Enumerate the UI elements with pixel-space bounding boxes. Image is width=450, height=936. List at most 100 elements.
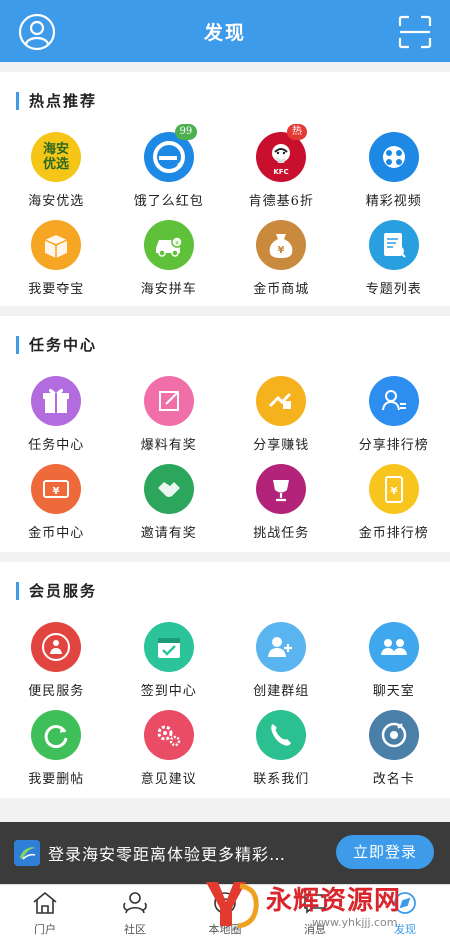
- grid-item-label: 金币商城: [253, 282, 310, 297]
- grid-item-user-rank[interactable]: 分享排行榜: [338, 376, 450, 464]
- grid-item-phone-coin[interactable]: ¥ 金币排行榜: [338, 464, 450, 552]
- chat-room-icon: [368, 622, 419, 672]
- page-title: 发现: [203, 22, 246, 44]
- gears-icon: [143, 710, 194, 760]
- grid-item-chat-room[interactable]: 聊天室: [338, 622, 450, 710]
- tab-label: 本地圈: [208, 923, 242, 936]
- treasure-box-icon: [31, 220, 81, 270]
- grid-item-create-group[interactable]: 创建群组: [225, 622, 338, 710]
- calendar-check-icon: [143, 622, 194, 672]
- video-reel-icon: [368, 132, 419, 182]
- grid-member-services: 便民服务 签到中心 创建群组 聊天室我要删帖 意见建议 联系我们 改名卡: [0, 622, 450, 798]
- grid-task-center: 任务中心 爆料有奖 分享赚钱 分享排行榜 ¥ 金币中心 邀请有奖 挑战任务 ¥ 金币排行榜: [0, 376, 450, 552]
- badge: 热: [287, 124, 307, 140]
- login-prompt-text: 登录海安零距离体验更多精彩…: [48, 845, 287, 864]
- grid-item-label: 肯德基6折: [248, 194, 314, 209]
- grid-item-handshake[interactable]: 邀请有奖: [113, 464, 226, 552]
- section-member-services: 会员服务 便民服务 签到中心 创建群组 聊天室我要删帖 意见建议 联系我们 改名卡: [0, 562, 450, 798]
- logo-text: 海安优选: [42, 142, 69, 172]
- grid-item-coin-ticket[interactable]: ¥ 金币中心: [0, 464, 113, 552]
- grid-item-kfc[interactable]: KFC 热肯德基6折: [225, 124, 338, 220]
- grid-item-community-service[interactable]: 便民服务: [0, 622, 113, 710]
- grid-item-label: 便民服务: [28, 684, 85, 699]
- grid-item-label: 金币中心: [28, 526, 85, 541]
- grid-item-document-search[interactable]: 专题列表: [338, 220, 450, 308]
- grid-item-label: 精彩视频: [365, 194, 422, 209]
- car-icon: ¥: [143, 220, 194, 270]
- section-title: 任务中心: [16, 336, 97, 354]
- grid-item-label: 聊天室: [372, 684, 415, 699]
- svg-text:¥: ¥: [390, 486, 397, 497]
- tab-label: 门户: [34, 923, 56, 936]
- phone-icon: [256, 710, 306, 760]
- grid-item-money-bag[interactable]: ¥ 金币商城: [225, 220, 338, 308]
- grid-item-label: 专题列表: [365, 282, 422, 297]
- grid-item-gears[interactable]: 意见建议: [113, 710, 226, 798]
- trophy-icon: [256, 464, 306, 514]
- login-prompt-bar: 登录海安零距离体验更多精彩… 立即登录: [0, 822, 450, 884]
- grid-item-label: 联系我们: [253, 772, 310, 787]
- grid-item-car[interactable]: ¥ 海安拼车: [113, 220, 226, 308]
- tab-messages[interactable]: 消息: [270, 885, 360, 936]
- grid-item-haian-youxuan[interactable]: 海安优选 海安优选: [0, 132, 113, 220]
- gift-icon: [31, 376, 81, 426]
- user-rank-icon: [368, 376, 419, 426]
- grid-item-label: 任务中心: [28, 438, 85, 453]
- grid-item-label: 爆料有奖: [140, 438, 197, 453]
- tab-local-circle[interactable]: 本地圈: [180, 885, 270, 936]
- app-logo-icon: [14, 840, 40, 866]
- grid-item-label: 创建群组: [253, 684, 310, 699]
- share-hand-icon: [256, 376, 306, 426]
- grid-item-label: 挑战任务: [253, 526, 310, 541]
- haian-youxuan-logo-icon: 海安优选: [31, 132, 81, 182]
- grid-item-share-hand[interactable]: 分享赚钱: [225, 376, 338, 464]
- section-hot-recommend: 热点推荐 海安优选 海安优选 99 饿了么红包 KFC 热肯德基6折 精彩视频 我要夺宝 ¥ 海安…: [0, 72, 450, 306]
- scan-qr-icon[interactable]: [398, 15, 432, 49]
- edit-note-icon: [143, 376, 194, 426]
- badge: 99: [174, 124, 198, 140]
- phone-coin-icon: ¥: [368, 464, 419, 514]
- document-search-icon: [368, 220, 419, 270]
- grid-item-trophy[interactable]: 挑战任务: [225, 464, 338, 552]
- grid-item-label: 分享排行榜: [358, 438, 429, 453]
- tab-portal[interactable]: 门户: [0, 885, 90, 936]
- section-task-center: 任务中心 任务中心 爆料有奖 分享赚钱 分享排行榜 ¥ 金币中心 邀请有奖 挑战任务 ¥ 金币排行…: [0, 316, 450, 552]
- top-bar: 发现: [0, 0, 450, 62]
- grid-item-gift[interactable]: 任务中心: [0, 376, 113, 464]
- grid-item-rename-card[interactable]: 改名卡: [338, 710, 450, 798]
- grid-item-label: 海安拼车: [140, 282, 197, 297]
- grid-item-label: 饿了么红包: [133, 194, 204, 209]
- grid-item-calendar-check[interactable]: 签到中心: [113, 622, 226, 710]
- grid-item-phone[interactable]: 联系我们: [225, 710, 338, 798]
- grid-item-label: 改名卡: [372, 772, 415, 787]
- section-title: 热点推荐: [16, 92, 97, 110]
- tab-label: 消息: [304, 923, 326, 936]
- home-icon: [33, 891, 57, 914]
- grid-item-video-reel[interactable]: 精彩视频: [338, 132, 450, 220]
- grid-item-label: 金币排行榜: [358, 526, 429, 541]
- grid-item-edit-note[interactable]: 爆料有奖: [113, 376, 226, 464]
- grid-item-label: 我要删帖: [28, 772, 85, 787]
- community-icon: [123, 892, 147, 914]
- svg-text:¥: ¥: [53, 486, 60, 497]
- money-bag-icon: ¥: [256, 220, 306, 270]
- tab-discover[interactable]: 发现: [360, 885, 450, 936]
- section-title: 会员服务: [16, 582, 97, 600]
- local-circle-icon: [214, 892, 236, 914]
- grid-item-label: 海安优选: [28, 194, 85, 209]
- grid-item-eleme[interactable]: 99 饿了么红包: [113, 124, 226, 220]
- tab-label: 社区: [124, 923, 146, 936]
- handshake-icon: [143, 464, 194, 514]
- bottom-tab-bar: 门户 社区 本地圈 消息 发现: [0, 884, 450, 936]
- rename-card-icon: [368, 710, 419, 760]
- grid-item-label: 分享赚钱: [253, 438, 310, 453]
- grid-item-label: 意见建议: [140, 772, 197, 787]
- grid-item-refresh[interactable]: 我要删帖: [0, 710, 113, 798]
- svg-text:KFC: KFC: [273, 168, 288, 176]
- discover-icon: [394, 892, 416, 914]
- grid-item-treasure-box[interactable]: 我要夺宝: [0, 220, 113, 308]
- grid-item-label: 签到中心: [140, 684, 197, 699]
- tab-community[interactable]: 社区: [90, 885, 180, 936]
- login-button[interactable]: 立即登录: [336, 835, 434, 869]
- message-icon: [304, 894, 326, 914]
